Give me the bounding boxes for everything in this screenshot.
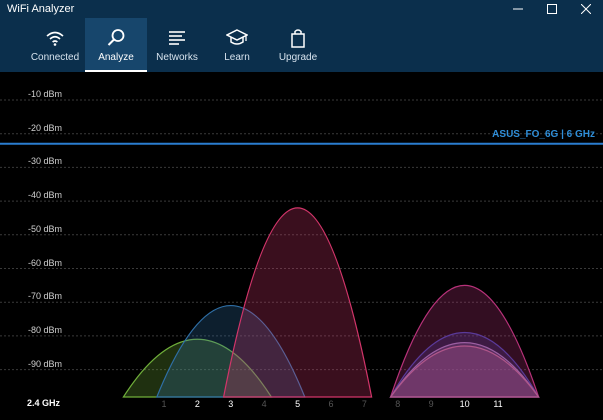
x-tick-label: 1	[161, 399, 167, 409]
x-tick-label: 2	[194, 399, 200, 409]
x-tick-label: 3	[228, 399, 234, 409]
x-tick-label: 7	[361, 399, 367, 409]
highlight-network-label[interactable]: ASUS_FO_6G | 6 GHz	[492, 129, 595, 140]
y-tick-label: -50 dBm	[28, 223, 63, 234]
y-tick-label: -70 dBm	[28, 291, 63, 302]
x-tick-label: 11	[493, 399, 503, 409]
x-tick-label: 4	[261, 399, 267, 409]
y-tick-label: -90 dBm	[28, 358, 63, 369]
y-tick-label: -20 dBm	[28, 122, 63, 133]
channel-signal-curve	[222, 207, 373, 398]
x-tick-label: 5	[295, 399, 301, 409]
y-tick-label: -40 dBm	[28, 190, 63, 201]
signal-chart	[0, 99, 603, 398]
y-tick-label: -30 dBm	[28, 156, 63, 167]
x-tick-label: 10	[459, 399, 470, 409]
band-label: 2.4 GHz	[27, 398, 61, 408]
x-tick-label: 6	[328, 399, 334, 409]
y-tick-label: -60 dBm	[28, 257, 63, 268]
y-tick-label: -80 dBm	[28, 324, 63, 335]
y-tick-label: -10 dBm	[28, 89, 63, 99]
x-tick-label: 9	[428, 399, 434, 409]
x-tick-label: 8	[395, 399, 401, 409]
